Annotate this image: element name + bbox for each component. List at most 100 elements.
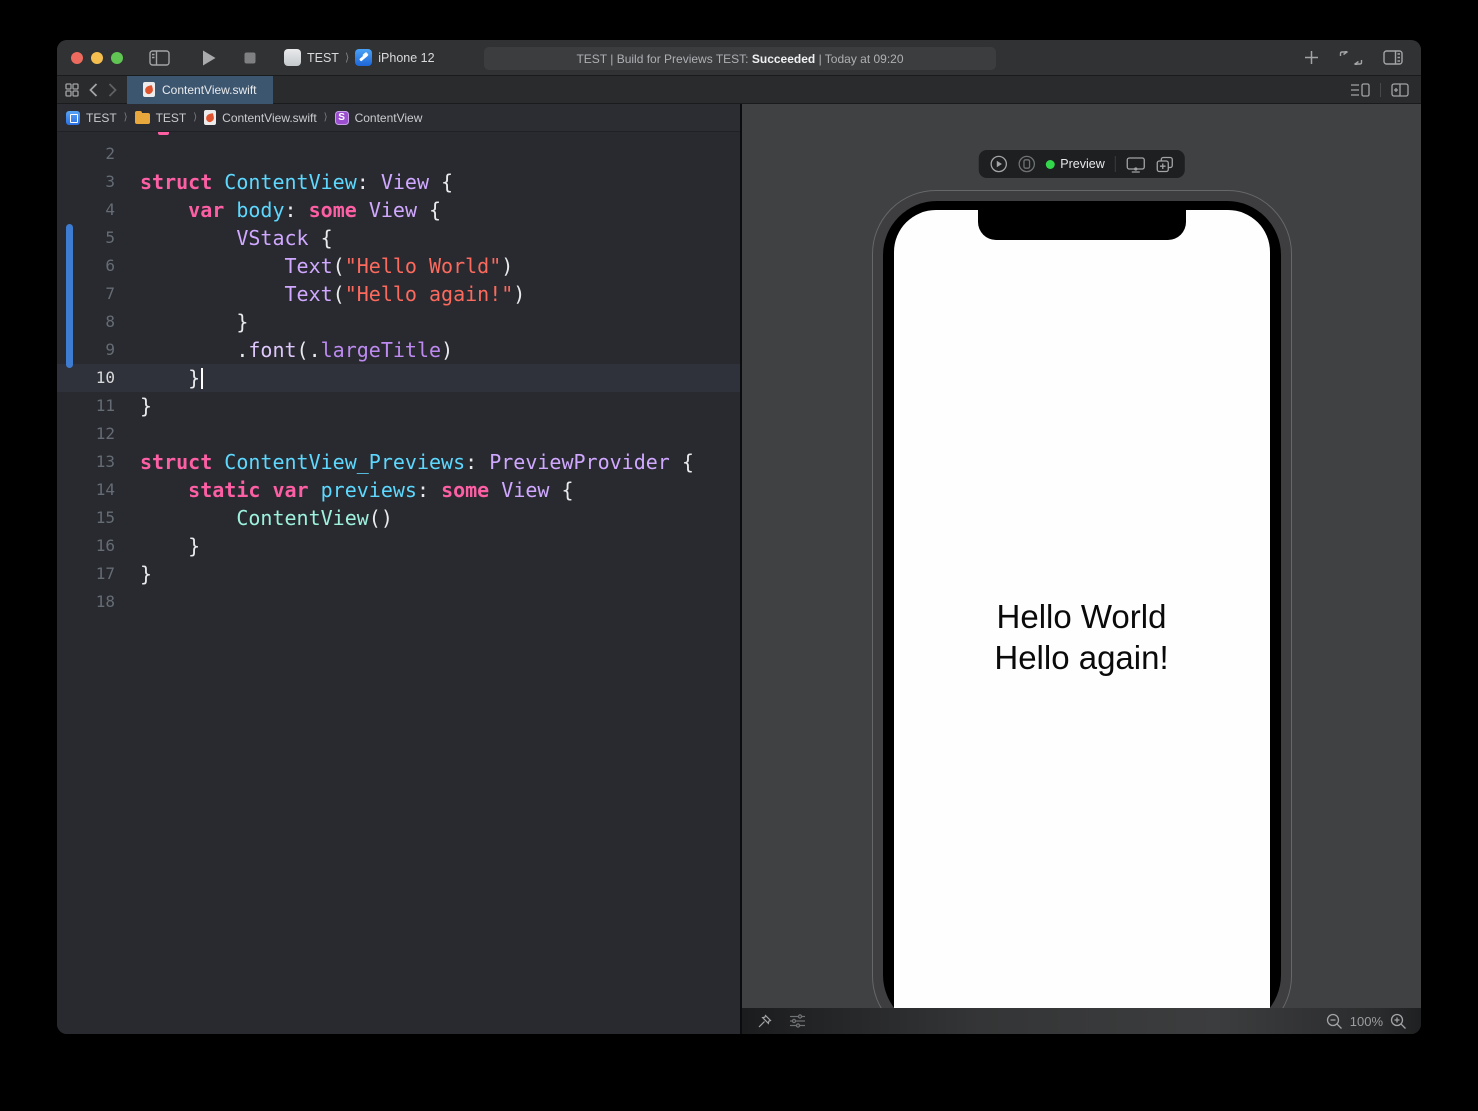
tab-overview-icon[interactable]	[65, 82, 79, 97]
code-line[interactable]	[140, 588, 740, 616]
iphone-notch	[977, 210, 1186, 240]
scheme-target-icon	[284, 49, 301, 66]
iphone-preview-screen[interactable]: Hello World Hello again!	[893, 210, 1270, 1008]
add-editor-icon[interactable]	[1391, 82, 1409, 97]
tab-bar: ContentView.swift	[57, 75, 1421, 104]
breadcrumb-label: ContentView	[354, 110, 423, 125]
preview-bottom-bar: 100%	[742, 1008, 1421, 1034]
line-number[interactable]: 4	[57, 196, 115, 224]
preview-text-line: Hello again!	[994, 639, 1169, 676]
go-back-icon[interactable]	[89, 82, 98, 97]
line-number[interactable]: 7	[57, 280, 115, 308]
code-line[interactable]: }	[140, 308, 740, 336]
code-line[interactable]	[140, 420, 740, 448]
minimize-window-button[interactable]	[91, 51, 103, 64]
adjust-editor-options-icon[interactable]	[1350, 82, 1370, 97]
source-editor[interactable]: 2 3 4 5 6 7 8 9 10 11 12 13 14 15 16 17 18 struct Conten…	[57, 132, 740, 1034]
code-line[interactable]: struct ContentView: View {	[140, 168, 740, 196]
breadcrumb-group[interactable]: TEST	[134, 110, 187, 125]
code-line[interactable]: struct ContentView_Previews: PreviewProv…	[140, 448, 740, 476]
breadcrumb-file[interactable]: ContentView.swift	[204, 110, 317, 125]
line-number[interactable]: 6	[57, 252, 115, 280]
code-line[interactable]	[140, 140, 740, 168]
code-line[interactable]: static var previews: some View {	[140, 476, 740, 504]
line-number[interactable]: 15	[57, 504, 115, 532]
code-line[interactable]: Text("Hello World")	[140, 252, 740, 280]
iphone-device-frame: Hello World Hello again!	[871, 190, 1292, 1008]
line-number[interactable]: 12	[57, 420, 115, 448]
code-line[interactable]: }	[140, 532, 740, 560]
preview-on-device-icon[interactable]	[1126, 156, 1146, 173]
close-window-button[interactable]	[71, 51, 83, 64]
window-controls	[57, 51, 123, 64]
pin-preview-icon[interactable]	[756, 1013, 773, 1030]
go-forward-icon[interactable]	[108, 82, 117, 97]
line-number[interactable]: 13	[57, 448, 115, 476]
run-button[interactable]	[202, 50, 216, 66]
line-number[interactable]: 11	[57, 392, 115, 420]
zoom-level[interactable]: 100%	[1350, 1014, 1383, 1029]
tab-label: ContentView.swift	[162, 82, 257, 97]
code-review-icon[interactable]	[1339, 50, 1363, 65]
stop-button[interactable]	[244, 52, 256, 64]
code-line[interactable]: }	[140, 364, 740, 392]
scheme-separator: ⟩	[344, 52, 350, 64]
duplicate-preview-icon[interactable]	[1156, 156, 1174, 173]
line-number-gutter[interactable]: 2 3 4 5 6 7 8 9 10 11 12 13 14 15 16 17 18	[57, 132, 123, 1034]
preview-live-dot	[1045, 159, 1055, 169]
code-line[interactable]: VStack {	[140, 224, 740, 252]
inspector-toggle-icon[interactable]	[1383, 50, 1403, 65]
line-number[interactable]: 9	[57, 336, 115, 364]
preview-settings-icon[interactable]	[789, 1014, 807, 1028]
activity-status[interactable]: TEST | Build for Previews TEST: Succeede…	[484, 47, 996, 70]
line-number[interactable]: 10	[57, 364, 115, 392]
line-number[interactable]: 17	[57, 560, 115, 588]
breadcrumb-label: ContentView.swift	[222, 110, 317, 125]
breadcrumb-symbol[interactable]: S ContentView	[334, 110, 423, 125]
library-add-icon[interactable]	[1304, 50, 1319, 65]
xcode-window: TEST ⟩ iPhone 12 TEST | Build for Previe…	[57, 40, 1421, 1034]
breadcrumb-separator: ⟩	[123, 112, 128, 123]
breadcrumb-project[interactable]: TEST	[66, 110, 117, 125]
swift-file-icon	[204, 110, 217, 125]
line-number[interactable]: 3	[57, 168, 115, 196]
preview-toolbar: Preview	[978, 150, 1185, 178]
line-number[interactable]: 18	[57, 588, 115, 616]
zoom-in-icon[interactable]	[1390, 1013, 1407, 1030]
run-destination-icon	[355, 49, 373, 66]
code-line[interactable]: }	[140, 392, 740, 420]
line-number[interactable]: 14	[57, 476, 115, 504]
preview-pane: Preview Hello World Hello again! 100%	[742, 104, 1421, 1034]
preview-status: Preview	[1045, 157, 1105, 171]
project-icon	[66, 110, 80, 125]
code-line[interactable]: Text("Hello again!")	[140, 280, 740, 308]
status-text-prefix: TEST | Build for Previews TEST:	[576, 51, 752, 66]
breadcrumb-separator: ⟩	[193, 112, 198, 123]
breadcrumb-label: TEST	[86, 110, 117, 125]
line-number[interactable]: 16	[57, 532, 115, 560]
line-number[interactable]: 5	[57, 224, 115, 252]
struct-symbol-icon: S	[334, 110, 349, 125]
status-text-suffix: | Today at 09:20	[815, 51, 904, 66]
breadcrumb-separator: ⟩	[323, 112, 328, 123]
text-cursor	[201, 368, 204, 389]
folder-icon	[134, 111, 150, 124]
scheme-selector[interactable]: TEST ⟩ iPhone 12	[284, 49, 435, 66]
preview-canvas: Preview Hello World Hello again!	[742, 104, 1421, 1008]
code-line[interactable]: }	[140, 560, 740, 588]
line-number[interactable]: 2	[57, 140, 115, 168]
code-line[interactable]: .font(.largeTitle)	[140, 336, 740, 364]
toolbar-separator	[1380, 82, 1381, 97]
tab-contentview-swift[interactable]: ContentView.swift	[127, 75, 273, 104]
live-preview-icon[interactable]	[989, 155, 1007, 173]
line-number[interactable]: 8	[57, 308, 115, 336]
zoom-out-icon[interactable]	[1326, 1013, 1343, 1030]
code-line[interactable]: var body: some View {	[140, 196, 740, 224]
status-text-result: Succeeded	[751, 51, 816, 66]
breadcrumb-label: TEST	[155, 110, 187, 125]
code-lines[interactable]: struct ContentView: View { var body: som…	[123, 132, 740, 1034]
selectable-preview-icon[interactable]	[1017, 155, 1035, 173]
toggle-navigator-icon[interactable]	[149, 49, 170, 66]
code-line[interactable]: ContentView()	[140, 504, 740, 532]
zoom-window-button[interactable]	[111, 51, 123, 64]
